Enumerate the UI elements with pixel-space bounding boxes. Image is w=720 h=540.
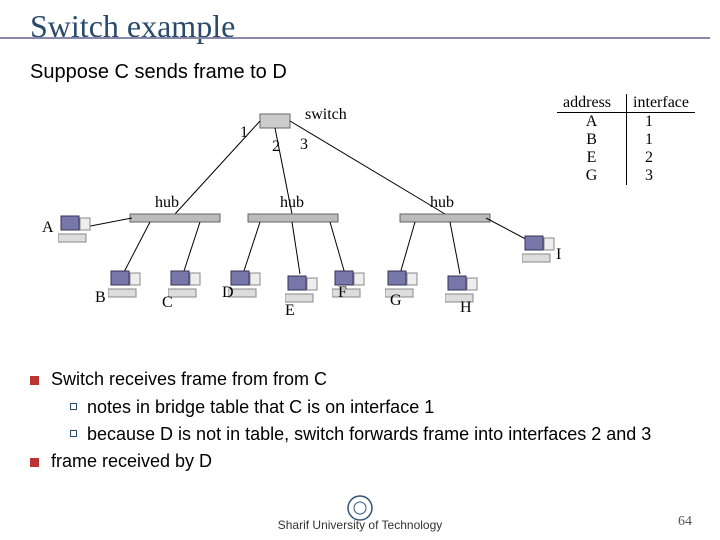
cell-if: 1 (627, 113, 659, 131)
slide-title: Switch example (0, 0, 720, 49)
bullet-marker-icon (30, 376, 39, 385)
table-row: G 3 (557, 167, 695, 185)
bullet-list: Switch receives frame from from C notes … (0, 364, 720, 483)
host-c-label: C (162, 294, 173, 312)
host-c-icon (168, 269, 202, 299)
bullet-1-text: Switch receives frame from from C (51, 369, 327, 390)
bridge-table: address interface A 1 B 1 E 2 G 3 (557, 94, 695, 185)
host-a-label: A (42, 219, 54, 237)
cell-if: 1 (627, 131, 659, 149)
cell-addr: A (557, 113, 627, 131)
cell-addr: B (557, 131, 627, 149)
host-b-icon (108, 269, 142, 299)
host-a-icon (58, 214, 92, 244)
port-2-label: 2 (272, 138, 280, 156)
cell-addr: E (557, 149, 627, 167)
cell-addr: G (557, 167, 627, 185)
hub-2-label: hub (280, 194, 304, 212)
host-i-icon (522, 234, 556, 264)
bridge-table-header: address interface (557, 94, 695, 113)
bullet-2: frame received by D (30, 451, 690, 472)
host-e-label: E (285, 302, 295, 320)
page-number: 64 (678, 514, 692, 530)
col-interface: interface (627, 94, 695, 112)
col-address: address (557, 94, 627, 112)
slide-subtitle: Suppose C sends frame to D (0, 51, 720, 94)
host-h-label: H (460, 299, 472, 317)
cell-if: 3 (627, 167, 659, 185)
sub-bullet-2-text: because D is not in table, switch forwar… (87, 423, 651, 446)
table-row: E 2 (557, 149, 695, 167)
host-d-label: D (222, 284, 234, 302)
cell-if: 2 (627, 149, 659, 167)
table-row: B 1 (557, 131, 695, 149)
sub-bullet-2: because D is not in table, switch forwar… (70, 423, 690, 446)
host-i-label: I (556, 246, 561, 264)
sub-bullet-1: notes in bridge table that C is on inter… (70, 396, 690, 419)
title-underline (0, 37, 710, 39)
host-g-label: G (390, 292, 402, 310)
bullet-2-text: frame received by D (51, 451, 212, 472)
host-f-label: F (338, 284, 347, 302)
footer-text: Sharif University of Technology (0, 518, 720, 532)
port-1-label: 1 (240, 124, 248, 142)
port-3-label: 3 (300, 136, 308, 154)
host-b-label: B (95, 289, 106, 307)
table-row: A 1 (557, 113, 695, 131)
hub-3-label: hub (430, 194, 454, 212)
network-diagram: switch 1 2 3 hub hub hub A B C D E F G H… (0, 94, 720, 364)
bullet-1: Switch receives frame from from C (30, 369, 690, 390)
hub-1-label: hub (155, 194, 179, 212)
sub-bullet-marker-icon (70, 403, 77, 410)
bullet-marker-icon (30, 458, 39, 467)
sub-bullet-1-text: notes in bridge table that C is on inter… (87, 396, 434, 419)
sub-bullet-list: notes in bridge table that C is on inter… (30, 396, 690, 447)
sub-bullet-marker-icon (70, 430, 77, 437)
switch-label: switch (305, 106, 347, 124)
host-e-icon (285, 274, 319, 304)
